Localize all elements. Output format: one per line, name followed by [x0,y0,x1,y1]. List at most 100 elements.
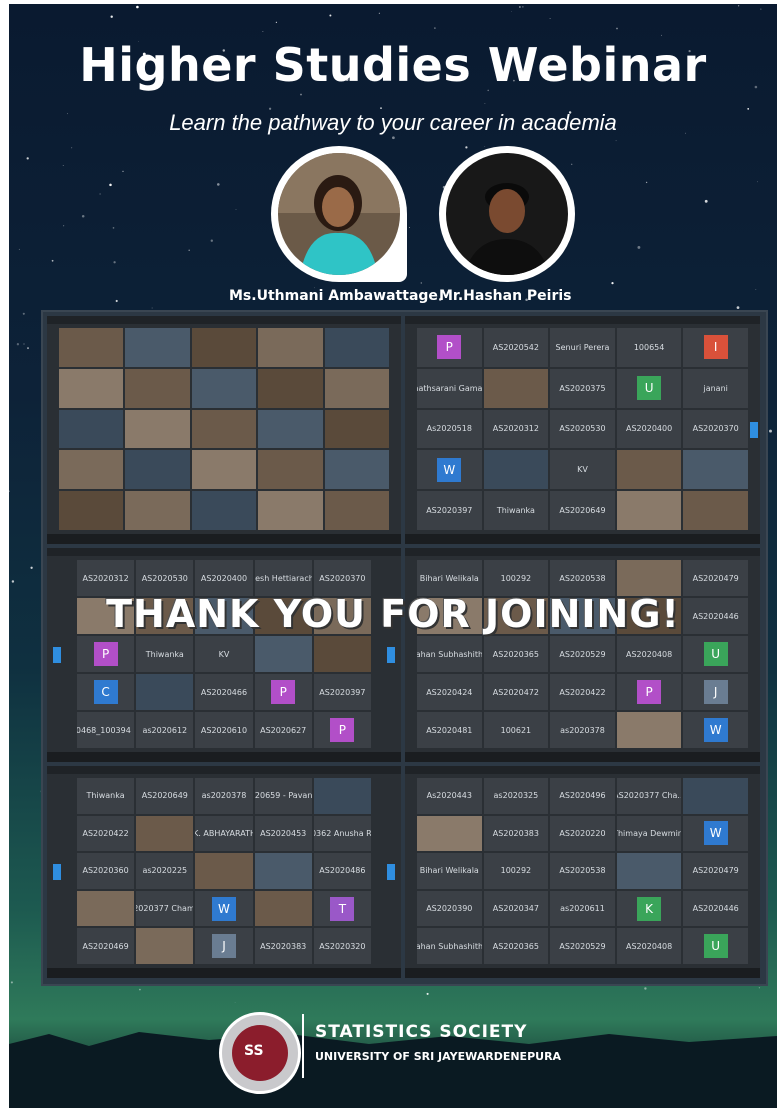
participant-tile: AS2020390 [417,890,482,927]
star [27,347,29,350]
star [10,981,13,984]
star [616,27,618,30]
participant-tile [616,491,682,530]
star [484,102,486,104]
participant-tile: AS2020446 [683,890,748,927]
participant-tile: P [616,674,682,710]
participant-tile: AS2020479 [683,853,748,889]
participant-tile: P [417,328,482,367]
participant-video [254,636,312,672]
screenshot-bottom-left: Thiwanka AS2020649 as2020378 AS2020659 - Pa… [47,766,401,978]
participant-avatar: U [703,934,728,959]
participant-name: 100292 [500,573,532,583]
star [112,227,115,229]
participant-name: AS2020479 [692,866,739,876]
participant-tile [258,409,323,449]
participant-tile: KV [550,450,615,490]
participant-name: AS2020370 [692,424,739,434]
participant-tile: C [77,674,135,710]
participant-tile: K [616,890,682,927]
participant-name: as2020611 [560,904,605,914]
participant-tile: AS2020375 [550,368,615,408]
participant-name: AS2020383 [492,828,539,838]
participant-tile: Thiwanka [77,778,135,814]
star [216,183,220,186]
screenshot-top-right: P AS2020542 Senuri Perera 100654 I Thathsaran… [405,316,760,544]
participant-tile: AS2020383 [483,815,549,852]
star [522,6,524,8]
star [234,1002,236,1003]
participant-tile: AS2020383 [254,928,312,964]
participant-tile [136,928,194,964]
participant-video [313,778,371,814]
participant-tile: 100654 [616,328,682,367]
participant-avatar: P [271,680,296,704]
participant-name: as2020378 [560,725,605,735]
star [109,183,112,187]
participant-video [616,450,682,490]
participant-video [125,491,190,530]
star [758,987,761,989]
participant-video [59,409,124,449]
participant-name: Bihari Welikala [419,866,479,876]
star [188,249,190,252]
participant-tile: AS2020360 [77,853,135,889]
participant-tile: AS2020627 [254,712,312,748]
participant-tile: AS2020649 [550,491,615,530]
participant-tile: I [683,328,748,367]
participant-name: AS2020312 [82,573,129,583]
participant-name: AS2020529 [559,649,606,659]
participant-name: as2020468_100394 | A.D.L [77,725,134,735]
participant-tile: AS2020538 [550,560,615,596]
webinar-poster: Higher Studies Webinar Learn the pathway… [9,4,777,1108]
participant-name: AS2020365 [492,941,539,951]
participant-tile [125,491,190,530]
participant-tile [125,328,190,367]
participant-tile: AS2020472 [483,674,549,710]
participant-tile: As2020518 [417,409,482,449]
participant-tile: AS2020365 [483,636,549,672]
participant-tile: as2020378 [195,778,253,814]
participant-tile: AS2020312 [77,560,135,596]
star [434,27,436,29]
participant-name: Thathsarani Gama... [417,383,482,393]
star [511,11,512,13]
participant-name: 100292 [500,866,532,876]
participant-avatar: P [437,335,462,360]
star [549,18,551,20]
star [235,209,237,210]
participant-tile: Thiwanka [483,491,549,530]
participant-video [324,450,389,490]
participant-name: Thimaya Dewmini [617,828,682,838]
participant-tile: T [313,890,371,927]
participant-video [324,368,389,408]
participant-video [191,328,257,367]
star [51,259,54,262]
participant-video [59,368,124,408]
star [151,307,153,309]
participant-tile: Bihari Welikala [417,853,482,889]
participant-tile: Bihari Welikala [417,560,482,596]
participant-tile: AS2020530 [136,560,194,596]
participant-tile: 100292 [483,853,549,889]
star [11,580,15,583]
star [81,215,85,218]
participant-name: 100654 [633,342,665,352]
star [300,93,302,96]
participant-tile: janani [683,368,748,408]
participant-video [258,328,323,367]
participant-video [59,328,124,367]
participant-name: AS2020390 [426,904,473,914]
participant-name: AS2020610 [200,725,248,735]
star [136,5,139,9]
participant-name: AS2020542 [492,342,539,352]
participant-tile: AS2020320 [313,928,371,964]
participant-name: as2020325 [493,791,539,801]
participant-name: AS2020472 [492,687,539,697]
participant-video [258,368,323,408]
participant-tile: AS2020408 [616,928,682,964]
participant-tile [59,328,124,367]
participant-tile [59,409,124,449]
participant-name: AS2020422 [82,828,129,838]
star [63,225,65,227]
